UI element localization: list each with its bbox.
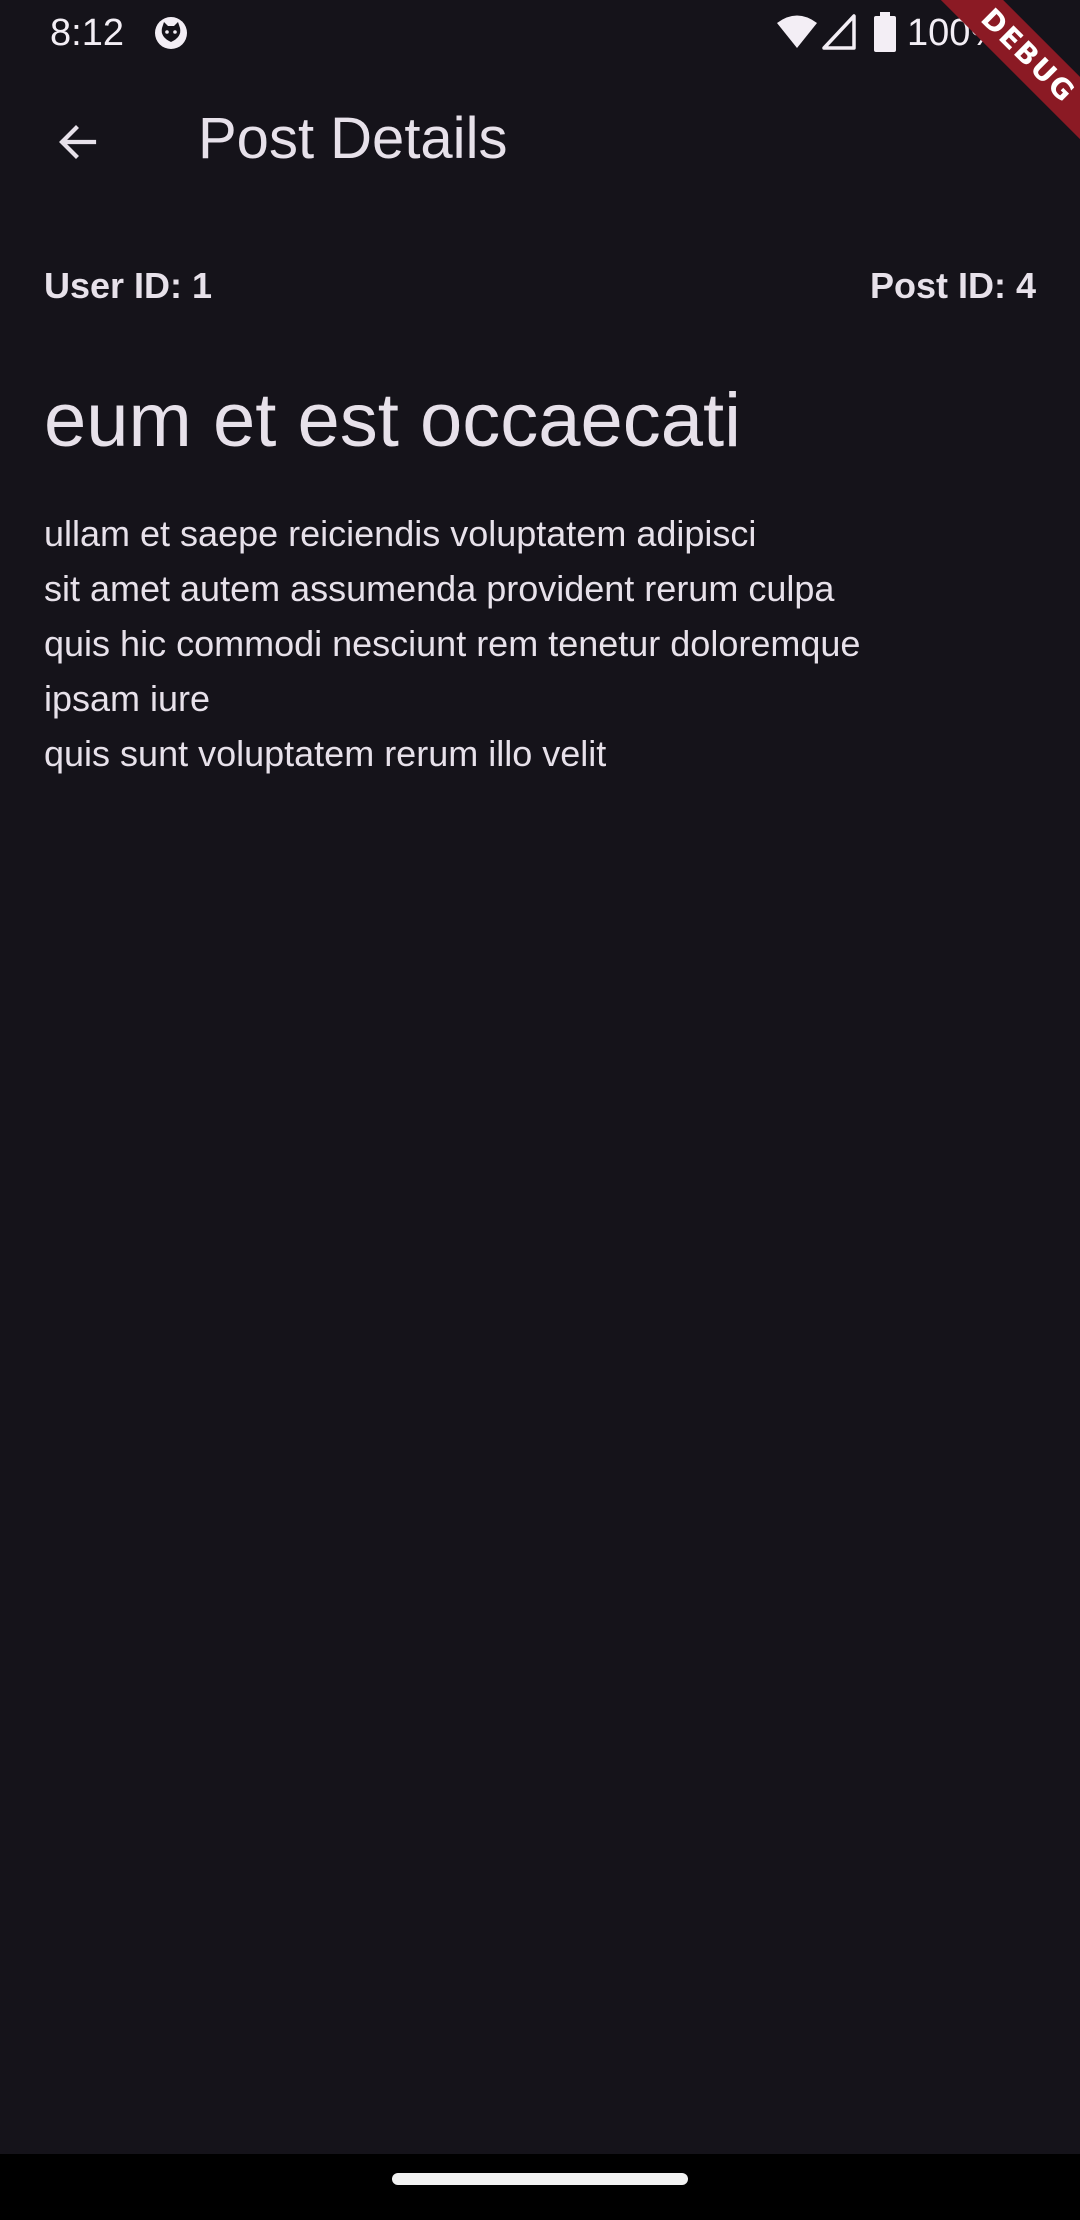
back-button[interactable] (38, 102, 118, 182)
home-indicator[interactable] (392, 2173, 688, 2185)
post-id-label: Post ID: 4 (869, 265, 1036, 306)
post-body-line: sit amet autem assumenda provident rerum… (44, 568, 835, 609)
battery-percentage: 100% (907, 12, 1005, 54)
post-details-content: User ID: 1 Post ID: 4 eum et est occaeca… (44, 220, 1036, 781)
cat-icon (155, 17, 187, 49)
battery-icon (874, 12, 896, 52)
user-id-label: User ID: 1 (44, 265, 213, 306)
signal-icon (822, 14, 856, 50)
arrow-left-icon (59, 125, 97, 159)
post-body: ullam et saepe reiciendis voluptatem adi… (44, 506, 1036, 781)
system-navigation-bar (0, 2154, 1080, 2220)
page-title: Post Details (198, 106, 508, 171)
post-body-line: ullam et saepe reiciendis voluptatem adi… (44, 513, 757, 554)
post-title: eum et est occaecati (44, 378, 742, 463)
status-time: 8:12 (50, 12, 124, 54)
post-body-line: quis sunt voluptatem rerum illo velit (44, 733, 607, 774)
post-body-line: ipsam iure (44, 678, 211, 719)
post-meta-row: User ID: 1 Post ID: 4 (44, 264, 1036, 324)
post-body-line: quis hic commodi nesciunt rem tenetur do… (44, 623, 861, 664)
wifi-icon (777, 15, 817, 48)
app-bar: Post Details (0, 66, 1080, 220)
status-bar: 8:12 100% (0, 0, 1080, 66)
